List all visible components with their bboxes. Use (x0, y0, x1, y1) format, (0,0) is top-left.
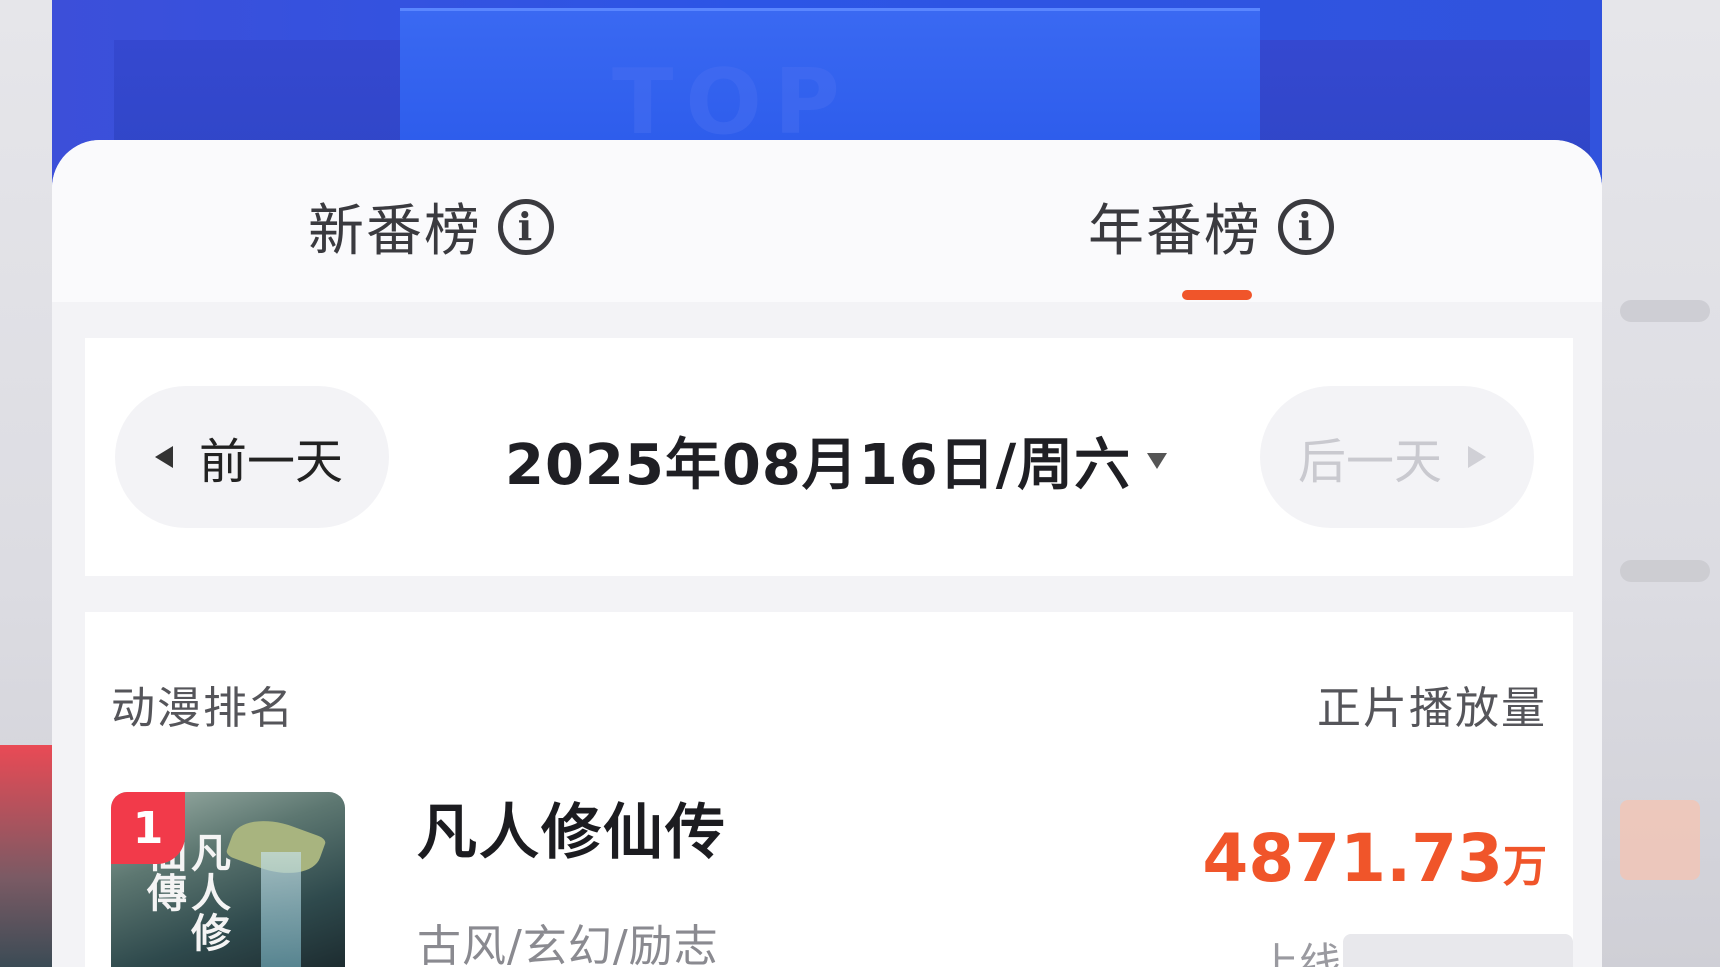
poster-art (261, 852, 301, 967)
background-blur (1620, 800, 1700, 880)
release-info-text: 上线 (1256, 939, 1341, 967)
tab-annual-anime[interactable]: 年番榜 i (1088, 186, 1334, 267)
previous-day-button[interactable]: 前一天 (115, 386, 389, 528)
current-date: 2025年08月16日/周六 (505, 433, 1132, 498)
info-icon[interactable]: i (498, 198, 554, 255)
background-blur (1620, 300, 1710, 322)
column-header-views: 正片播放量 (1317, 683, 1547, 734)
tab-label: 新番榜 (308, 199, 482, 264)
ranking-page: TOP 新番榜 i 年番榜 i 前一天 2025年08月16日/周六 后一天 动… (52, 0, 1602, 967)
play-count-number: 4871.73 (1202, 820, 1503, 897)
tab-bar: 新番榜 i 年番榜 i (52, 140, 1602, 302)
previous-day-label: 前一天 (199, 434, 344, 490)
tab-new-anime[interactable]: 新番榜 i (308, 186, 554, 267)
ranking-list: 动漫排名 正片播放量 凡人修仙傳 1 凡人修仙传 古风/玄幻/励志 4871.7… (85, 612, 1573, 967)
anime-poster[interactable]: 凡人修仙傳 1 (111, 792, 345, 967)
background-blur (0, 745, 54, 967)
anime-title[interactable]: 凡人修仙传 (417, 784, 727, 871)
triangle-left-icon (155, 446, 173, 468)
date-selector[interactable]: 2025年08月16日/周六 (505, 420, 1168, 501)
column-header-rank: 动漫排名 (111, 683, 295, 734)
triangle-down-icon (1147, 452, 1168, 469)
play-count-unit: 万 (1503, 841, 1547, 892)
info-icon[interactable]: i (1278, 198, 1334, 255)
active-tab-indicator (1182, 290, 1252, 300)
play-count: 4871.73 万 (1202, 820, 1547, 897)
tab-label: 年番榜 (1088, 199, 1262, 264)
rank-badge: 1 (111, 792, 185, 864)
left-background (0, 0, 54, 967)
right-background (1602, 0, 1720, 967)
anime-tags: 古风/玄幻/励志 (417, 921, 719, 967)
ranking-sheet: 新番榜 i 年番榜 i 前一天 2025年08月16日/周六 后一天 动漫排名 … (52, 140, 1602, 967)
next-day-button[interactable]: 后一天 (1260, 386, 1534, 528)
triangle-right-icon (1468, 446, 1487, 468)
background-blur (1620, 560, 1710, 582)
next-day-label: 后一天 (1298, 434, 1443, 490)
blurred-overlay (1343, 934, 1573, 967)
date-navigator: 前一天 2025年08月16日/周六 后一天 (85, 338, 1573, 576)
